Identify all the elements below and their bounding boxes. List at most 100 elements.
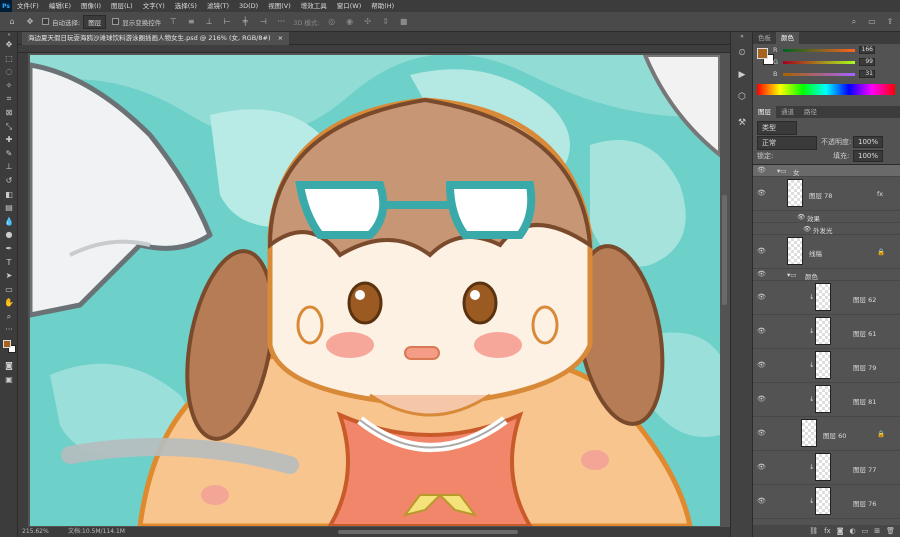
menu-type[interactable]: 文字(Y) <box>138 0 170 12</box>
play-actions-icon[interactable]: ▶ <box>731 64 753 86</box>
color-swatches[interactable] <box>0 337 17 359</box>
red-value[interactable]: 166 <box>859 46 875 54</box>
eye-icon[interactable]: 👁 <box>757 395 766 403</box>
type-tool-icon[interactable]: T <box>0 256 18 270</box>
share-icon[interactable]: ⇪ <box>884 17 896 26</box>
workspace-icon[interactable]: ▭ <box>866 17 878 26</box>
app-logo[interactable]: Ps <box>0 0 12 12</box>
brush-tool-icon[interactable]: ✎ <box>0 147 18 161</box>
adjustments-icon[interactable]: ⚒ <box>731 112 753 134</box>
pen-tool-icon[interactable]: ✒ <box>0 242 18 256</box>
eye-icon[interactable]: 👁 <box>757 270 766 278</box>
history-brush-tool-icon[interactable]: ↺ <box>0 174 18 188</box>
layer-row[interactable]: 👁 ↓ 图层 76 <box>753 485 900 519</box>
align-middle-icon[interactable]: ≡ <box>185 17 197 26</box>
layer-row[interactable]: 👁 ▾▭ 女 <box>753 165 900 177</box>
menu-filter[interactable]: 滤镜(T) <box>202 0 234 12</box>
eye-icon[interactable]: 👁 <box>757 429 766 437</box>
layer-row[interactable]: 👁 ↓ 图层 62 <box>753 281 900 315</box>
fx-badge[interactable]: fx <box>877 190 883 198</box>
eye-icon[interactable]: 👁 <box>757 189 766 197</box>
tab-color[interactable]: 颜色 <box>776 32 799 44</box>
foreground-color-swatch[interactable] <box>3 340 11 349</box>
menu-layer[interactable]: 图层(L) <box>106 0 138 12</box>
marquee-tool-icon[interactable]: ⬚ <box>0 52 18 66</box>
menu-help[interactable]: 帮助(H) <box>366 0 399 12</box>
layer-row[interactable]: 👁 ↓ 图层 79 <box>753 349 900 383</box>
orbit-3d-icon[interactable]: ◎ <box>326 17 338 26</box>
eye-icon[interactable]: 👁 <box>803 225 811 233</box>
video-icon[interactable]: ■ <box>398 17 410 26</box>
blend-mode-dropdown[interactable]: 正常 <box>757 136 817 150</box>
tab-channels[interactable]: 通道 <box>776 106 799 118</box>
green-slider[interactable] <box>783 60 855 64</box>
vertical-scrollbar[interactable] <box>722 195 727 305</box>
effect-row[interactable]: 👁 外发光 <box>753 223 900 235</box>
auto-select-option[interactable]: 自动选择: 图层 <box>42 14 107 29</box>
show-transform-option[interactable]: 显示变换控件 <box>112 17 161 27</box>
eye-icon[interactable]: 👁 <box>757 293 766 301</box>
trash-icon[interactable]: 🗑 <box>886 527 895 535</box>
menu-plugins[interactable]: 增效工具 <box>296 0 332 12</box>
layer-row[interactable]: 👁 ↓ 图层 81 <box>753 383 900 417</box>
fill-input[interactable]: 100% <box>853 150 884 162</box>
fx-icon[interactable]: fx <box>824 527 831 535</box>
layer-row[interactable]: 👁 ↓ 图层 61 <box>753 315 900 349</box>
rectangle-tool-icon[interactable]: ▭ <box>0 283 18 297</box>
show-transform-checkbox[interactable] <box>112 18 120 25</box>
menu-image[interactable]: 图像(I) <box>76 0 106 12</box>
layer-row[interactable]: 👁 ▾▭ 颜色 <box>753 269 900 281</box>
more-options-icon[interactable]: ··· <box>275 17 287 26</box>
menu-view[interactable]: 视图(V) <box>263 0 296 12</box>
crop-tool-icon[interactable]: ⌗ <box>0 92 18 106</box>
zoom-tool-icon[interactable]: ⌕ <box>0 310 18 324</box>
eraser-tool-icon[interactable]: ◧ <box>0 188 18 202</box>
menu-window[interactable]: 窗口(W) <box>332 0 367 12</box>
roll-3d-icon[interactable]: ◉ <box>344 17 356 26</box>
auto-select-checkbox[interactable] <box>42 18 49 25</box>
blur-tool-icon[interactable]: 💧 <box>0 215 18 229</box>
eye-icon[interactable]: 👁 <box>757 166 766 174</box>
hand-tool-icon[interactable]: ✋ <box>0 296 18 310</box>
menu-file[interactable]: 文件(F) <box>12 0 44 12</box>
search-icon[interactable]: ⌕ <box>848 17 860 27</box>
drag-3d-icon[interactable]: ✣ <box>362 17 374 26</box>
blue-slider[interactable] <box>783 72 855 76</box>
eye-icon[interactable]: 👁 <box>757 247 766 255</box>
menu-edit[interactable]: 编辑(E) <box>44 0 76 12</box>
document-tab[interactable]: 海边夏天假日玩耍海鸥沙滩球饮料游泳圈插画人物女生.psd @ 216% (女, … <box>22 32 290 45</box>
align-bottom-icon[interactable]: ⊥ <box>203 17 215 26</box>
red-slider[interactable] <box>783 48 855 52</box>
tab-paths[interactable]: 路径 <box>799 106 822 118</box>
opacity-input[interactable]: 100% <box>853 136 884 148</box>
eyedropper-tool-icon[interactable]: ⤡ <box>0 120 18 134</box>
frame-tool-icon[interactable]: ⊠ <box>0 106 18 120</box>
quick-mask-icon[interactable]: ◙ <box>0 359 18 373</box>
lasso-tool-icon[interactable]: ◌ <box>0 65 18 79</box>
menu-3d[interactable]: 3D(D) <box>234 0 263 12</box>
close-icon[interactable]: × <box>278 34 283 42</box>
auto-select-dropdown[interactable]: 图层 <box>83 14 107 29</box>
kind-filter-dropdown[interactable]: 类型 <box>757 121 797 135</box>
tab-swatches[interactable]: 色板 <box>753 32 776 44</box>
gradient-tool-icon[interactable]: ▤ <box>0 201 18 215</box>
move-tool-icon[interactable]: ✥ <box>24 17 36 26</box>
stamp-tool-icon[interactable]: ⊥ <box>0 160 18 174</box>
align-left-icon[interactable]: ⊢ <box>221 17 233 26</box>
horizontal-scrollbar[interactable] <box>338 530 518 534</box>
layer-row[interactable]: 👁 图层 60 🔒 <box>753 417 900 451</box>
3d-icon[interactable]: ⬡ <box>731 86 753 108</box>
collapse-panels-icon[interactable]: « <box>731 32 753 42</box>
eye-icon[interactable]: 👁 <box>757 463 766 471</box>
path-selection-tool-icon[interactable]: ➤ <box>0 269 18 283</box>
align-top-icon[interactable]: ⊤ <box>167 17 179 26</box>
blue-value[interactable]: 31 <box>859 70 875 78</box>
effects-row[interactable]: 👁 效果 <box>753 211 900 223</box>
mask-icon[interactable]: ◙ <box>837 527 844 535</box>
adjustment-icon[interactable]: ◐ <box>850 527 856 535</box>
magic-wand-tool-icon[interactable]: ✧ <box>0 79 18 93</box>
eye-icon[interactable]: 👁 <box>757 361 766 369</box>
screen-mode-icon[interactable]: ▣ <box>0 373 18 387</box>
align-right-icon[interactable]: ⊣ <box>257 17 269 26</box>
home-icon[interactable]: ⌂ <box>6 17 18 26</box>
